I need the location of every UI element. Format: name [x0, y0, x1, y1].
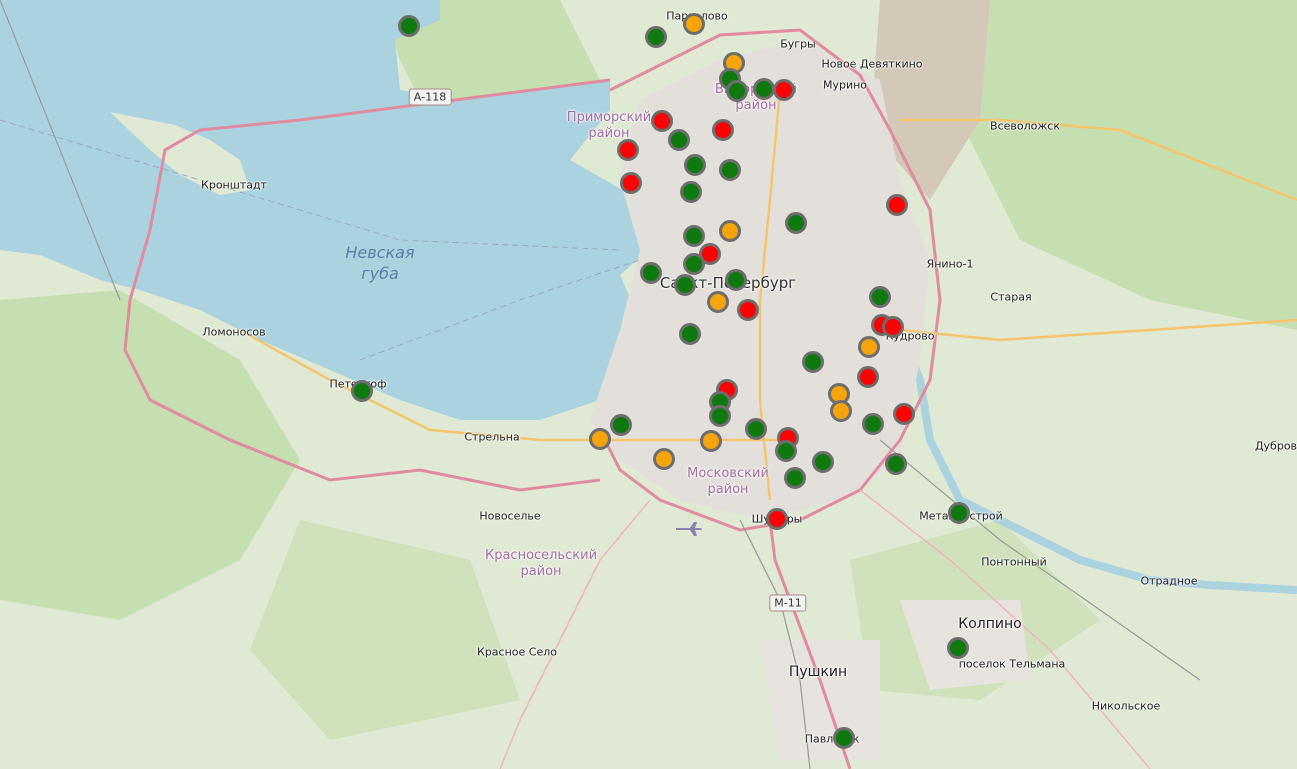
- map-marker-ok[interactable]: [726, 80, 748, 102]
- map-marker-ok[interactable]: [679, 323, 701, 345]
- place-label-pushkin: Пушкин: [788, 664, 848, 680]
- map-marker-ok[interactable]: [948, 502, 970, 524]
- map-marker-warning[interactable]: [653, 448, 675, 470]
- map-marker-alert[interactable]: [766, 508, 788, 530]
- district-name: Приморский: [566, 110, 652, 125]
- map-marker-warning[interactable]: [683, 13, 705, 35]
- district-label-primorsky: Приморский район: [567, 110, 651, 142]
- district-label-moskovsky: Московский район: [687, 466, 769, 498]
- map-marker-ok[interactable]: [709, 405, 731, 427]
- map-marker-ok[interactable]: [398, 15, 420, 37]
- road-shield-a118: А-118: [408, 88, 452, 106]
- map-marker-alert[interactable]: [882, 316, 904, 338]
- place-label-staraya: Старая: [990, 290, 1032, 304]
- map-marker-ok[interactable]: [947, 637, 969, 659]
- map-marker-ok[interactable]: [753, 78, 775, 100]
- map-marker-warning[interactable]: [719, 220, 741, 242]
- map-marker-ok[interactable]: [683, 253, 705, 275]
- map-marker-alert[interactable]: [617, 139, 639, 161]
- map-marker-alert[interactable]: [651, 110, 673, 132]
- map-marker-ok[interactable]: [812, 451, 834, 473]
- map-marker-alert[interactable]: [737, 299, 759, 321]
- place-label-novoe-devyatkino: Новое Девяткино: [821, 57, 923, 71]
- place-label-telmana: поселок Тельмана: [958, 657, 1066, 671]
- place-label-pontonny: Понтонный: [981, 555, 1047, 569]
- map-marker-ok[interactable]: [610, 414, 632, 436]
- map-marker-ok[interactable]: [775, 440, 797, 462]
- map-viewport[interactable]: ПарголовоБугрыНовое ДевяткиноМуриноВсево…: [0, 0, 1297, 769]
- map-marker-ok[interactable]: [640, 262, 662, 284]
- map-marker-ok[interactable]: [885, 453, 907, 475]
- place-label-krasnoe-selo: Красное Село: [477, 645, 557, 659]
- district-suffix: район: [707, 482, 749, 497]
- map-marker-ok[interactable]: [869, 286, 891, 308]
- place-label-strelna: Стрельна: [464, 430, 520, 444]
- place-label-murino: Мурино: [822, 78, 868, 92]
- water-name-line1: Невская: [345, 243, 415, 262]
- water-label-nevskaya-guba: Невская губа: [345, 242, 414, 284]
- map-marker-alert[interactable]: [773, 79, 795, 101]
- place-label-otradnoe: Отрадное: [1140, 574, 1198, 588]
- place-label-lomonosov: Ломоносов: [202, 325, 266, 339]
- map-marker-ok[interactable]: [784, 467, 806, 489]
- district-suffix: район: [520, 564, 562, 579]
- map-marker-ok[interactable]: [862, 413, 884, 435]
- map-marker-ok[interactable]: [785, 212, 807, 234]
- map-marker-alert[interactable]: [620, 172, 642, 194]
- map-marker-warning[interactable]: [707, 291, 729, 313]
- map-marker-ok[interactable]: [745, 418, 767, 440]
- map-marker-alert[interactable]: [712, 119, 734, 141]
- map-marker-warning[interactable]: [700, 430, 722, 452]
- place-label-novosele: Новоселье: [479, 509, 541, 523]
- place-label-nikolskoe: Никольское: [1091, 699, 1161, 713]
- map-marker-ok[interactable]: [680, 181, 702, 203]
- district-suffix: район: [588, 126, 630, 141]
- district-name: Московский: [687, 466, 769, 481]
- place-label-yanino: Янино-1: [926, 257, 974, 271]
- place-label-vsevolozhsk: Всеволожск: [990, 119, 1060, 133]
- map-marker-ok[interactable]: [351, 380, 373, 402]
- map-marker-warning[interactable]: [589, 428, 611, 450]
- map-marker-ok[interactable]: [645, 26, 667, 48]
- map-marker-ok[interactable]: [833, 727, 855, 749]
- map-marker-warning[interactable]: [858, 336, 880, 358]
- road-shield-m11: М-11: [769, 594, 807, 612]
- place-label-kolpino: Колпино: [958, 616, 1022, 632]
- map-marker-ok[interactable]: [674, 274, 696, 296]
- map-marker-ok[interactable]: [802, 351, 824, 373]
- map-marker-alert[interactable]: [857, 366, 879, 388]
- district-label-krasnoselsky: Красносельский район: [485, 548, 597, 580]
- map-marker-ok[interactable]: [719, 159, 741, 181]
- map-marker-warning[interactable]: [830, 400, 852, 422]
- water-name-line2: губа: [361, 264, 399, 283]
- place-label-dubrovka: Дубров: [1254, 439, 1297, 453]
- map-marker-alert[interactable]: [886, 194, 908, 216]
- map-marker-alert[interactable]: [893, 403, 915, 425]
- map-marker-ok[interactable]: [668, 129, 690, 151]
- map-marker-ok[interactable]: [683, 225, 705, 247]
- place-label-bugry: Бугры: [780, 37, 816, 51]
- district-name: Красносельский: [484, 548, 598, 563]
- place-label-kronshtadt: Кронштадт: [201, 178, 267, 192]
- map-marker-ok[interactable]: [684, 154, 706, 176]
- map-marker-ok[interactable]: [725, 269, 747, 291]
